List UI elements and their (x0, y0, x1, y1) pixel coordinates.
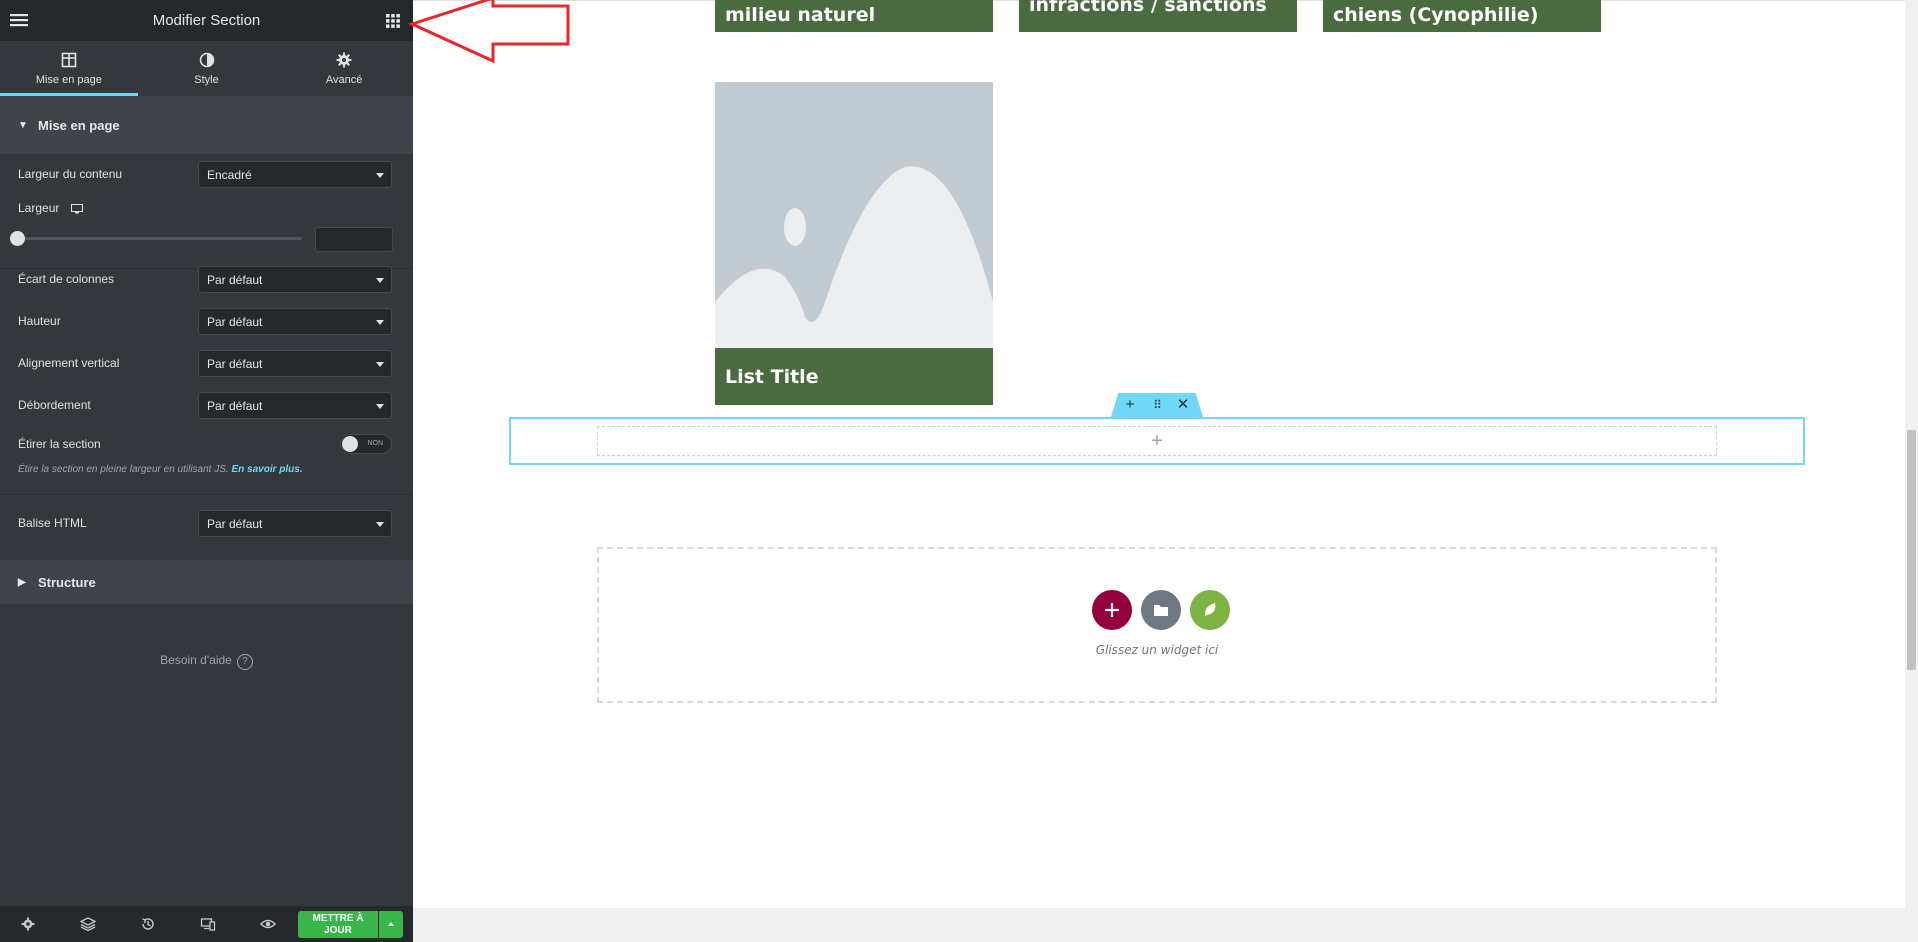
chevron-down-icon (376, 522, 384, 527)
toggle-state: NON (367, 440, 383, 447)
help-link[interactable]: Besoin d'aide? (0, 653, 413, 670)
height-label: Hauteur (18, 314, 61, 328)
section-layout-header[interactable]: ▼ Mise en page (0, 96, 413, 154)
width-slider-handle[interactable] (10, 231, 25, 246)
caret-right-icon: ▶ (18, 576, 26, 588)
add-element-icon[interactable]: + (1151, 430, 1163, 452)
toggle-knob (342, 436, 358, 452)
editor-panel: Modifier Section Mise en page Style Avan… (0, 0, 413, 942)
canvas-bottom-bar (413, 908, 1918, 942)
content-width-value: Encadré (207, 168, 252, 182)
overflow-value: Par défaut (207, 399, 263, 413)
update-options-button[interactable] (379, 911, 403, 938)
vertical-scrollbar[interactable] (1905, 0, 1918, 908)
list-card[interactable]: infractions / sanctions (1019, 0, 1297, 32)
list-card[interactable]: chiens (Cynophilie) (1323, 0, 1601, 32)
responsive-icon[interactable] (200, 916, 216, 932)
caret-down-icon: ▼ (18, 119, 28, 131)
vertical-align-label: Alignement vertical (18, 356, 120, 370)
help-label: Besoin d'aide (160, 653, 232, 667)
content-width-select[interactable]: Encadré (198, 161, 392, 188)
panel-title: Modifier Section (152, 12, 261, 29)
grid-icon[interactable] (385, 13, 401, 29)
section-handle: + ⠿ ✕ (1111, 393, 1203, 417)
drag-icon[interactable]: ⠿ (1147, 396, 1167, 414)
tab-style-label: Style (194, 73, 219, 86)
history-icon[interactable] (140, 916, 156, 932)
width-slider-track[interactable] (18, 237, 302, 240)
html-tag-label: Balise HTML (18, 516, 87, 530)
width-label: Largeur (18, 201, 60, 215)
layout-icon (61, 52, 77, 67)
column-gap-label: Écart de colonnes (18, 272, 115, 286)
tab-style[interactable]: Style (138, 41, 276, 96)
section-structure-header[interactable]: ▶ Structure (0, 560, 413, 604)
contrast-icon (199, 52, 214, 67)
overflow-label: Débordement (18, 398, 91, 412)
panel-content: ▼ Mise en page Largeur du contenu Encadr… (0, 96, 413, 906)
vertical-align-select[interactable]: Par défaut (198, 350, 392, 377)
panel-header: Modifier Section (0, 0, 413, 41)
envato-kit-button[interactable] (1190, 590, 1230, 630)
image-placeholder-icon (715, 82, 993, 348)
desktop-icon[interactable] (70, 203, 83, 214)
plus-icon (1105, 603, 1119, 617)
height-value: Par défaut (207, 315, 263, 329)
section-layout-title: Mise en page (38, 117, 120, 133)
column-gap-select[interactable]: Par défaut (198, 266, 392, 293)
list-card-title[interactable]: List Title (715, 348, 993, 405)
stretch-description-text: Étire la section en pleine largeur en ut… (18, 464, 229, 475)
column-gap-value: Par défaut (207, 273, 263, 287)
empty-column[interactable]: + (597, 426, 1717, 456)
layers-icon[interactable] (80, 916, 96, 932)
stretch-label: Étirer la section (18, 437, 101, 451)
card-title: chiens (Cynophilie) (1333, 4, 1539, 26)
close-icon[interactable]: ✕ (1173, 396, 1193, 414)
dropzone-text: Glissez un widget ici (1095, 643, 1219, 657)
chevron-down-icon (376, 278, 384, 283)
image-placeholder[interactable] (715, 82, 993, 348)
scrollbar-thumb[interactable] (1907, 430, 1916, 670)
tab-layout[interactable]: Mise en page (0, 41, 138, 96)
height-select[interactable]: Par défaut (198, 308, 392, 335)
question-icon: ? (236, 654, 253, 670)
html-tag-select[interactable]: Par défaut (198, 510, 392, 537)
tab-advanced-label: Avancé (325, 73, 363, 86)
update-button[interactable]: METTRE À JOUR (298, 911, 378, 938)
settings-icon[interactable] (20, 916, 36, 932)
leaf-icon (1204, 603, 1216, 616)
html-tag-value: Par défaut (207, 517, 263, 531)
stretch-description: Étire la section en pleine largeur en ut… (18, 464, 303, 475)
divider (0, 494, 413, 495)
panel-tabs: Mise en page Style Avancé (0, 41, 413, 96)
tab-layout-label: Mise en page (35, 73, 102, 86)
gear-icon (336, 52, 352, 67)
content-width-label: Largeur du contenu (18, 167, 123, 181)
tab-advanced[interactable]: Avancé (275, 41, 413, 96)
vertical-align-value: Par défaut (207, 357, 263, 371)
width-number-input[interactable] (315, 227, 393, 252)
folder-icon (1154, 605, 1168, 616)
card-title: milieu naturel (725, 4, 876, 26)
chevron-down-icon (376, 404, 384, 409)
list-card[interactable]: milieu naturel (715, 0, 993, 32)
plus-icon[interactable]: + (1120, 396, 1140, 414)
width-label-wrap: Largeur (18, 201, 83, 215)
widget-dropzone[interactable]: Glissez un widget ici (597, 547, 1717, 703)
learn-more-link[interactable]: En savoir plus. (231, 464, 302, 475)
chevron-down-icon (376, 320, 384, 325)
eye-icon[interactable] (260, 916, 276, 932)
stretch-toggle[interactable]: NON (340, 434, 392, 454)
section-structure-title: Structure (38, 574, 96, 590)
chevron-down-icon (376, 362, 384, 367)
card-title: infractions / sanctions (1029, 0, 1267, 16)
chevron-down-icon (376, 173, 384, 178)
editor-canvas: milieu naturel infractions / sanctions c… (413, 0, 1905, 908)
panel-footer: METTRE À JOUR (0, 906, 413, 942)
add-section-button[interactable] (1092, 590, 1132, 630)
add-template-button[interactable] (1141, 590, 1181, 630)
overflow-select[interactable]: Par défaut (198, 392, 392, 419)
